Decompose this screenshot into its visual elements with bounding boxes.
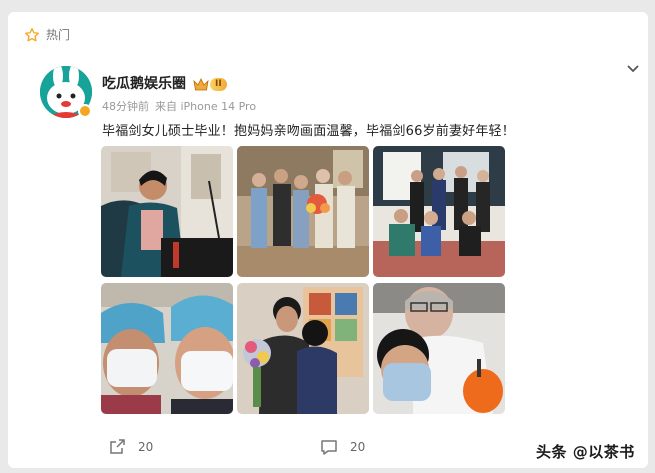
- hot-header: 热门: [24, 26, 70, 43]
- photo-masked-selfie[interactable]: [101, 283, 233, 414]
- post-text: 毕福剑女儿硕士毕业！抱妈妈亲吻画面温馨，毕福剑66岁前妻好年轻！: [102, 124, 515, 139]
- photo-grid: [101, 146, 505, 414]
- post-time: 48分钟前: [102, 100, 149, 113]
- share-count: 20: [138, 440, 154, 454]
- hot-label: 热门: [46, 28, 71, 42]
- comment-icon: [321, 440, 337, 455]
- vip-badge[interactable]: II: [193, 76, 233, 92]
- photo-mother-kiss[interactable]: [237, 283, 369, 414]
- post-meta: 48分钟前 来自 iPhone 14 Pro: [102, 98, 256, 114]
- share-action[interactable]: 20: [108, 438, 153, 456]
- post-source: 来自 iPhone 14 Pro: [155, 100, 257, 113]
- photo-group-outdoor[interactable]: [373, 146, 505, 277]
- chevron-down-icon[interactable]: [626, 64, 640, 74]
- comment-action[interactable]: 20: [320, 438, 365, 456]
- verified-badge-icon: [78, 104, 92, 118]
- photo-graduation-speech[interactable]: [101, 146, 233, 277]
- share-icon: [110, 439, 125, 454]
- comment-count: 20: [350, 440, 366, 454]
- vip-level: II: [210, 77, 227, 91]
- star-icon: [25, 27, 39, 41]
- username[interactable]: 吃瓜鹅娱乐圈: [102, 73, 186, 93]
- photo-group-bouquet[interactable]: [237, 146, 369, 277]
- crown-icon: [193, 77, 209, 90]
- watermark: 头条 @以茶书: [536, 443, 635, 461]
- photo-selfie-orange[interactable]: [373, 283, 505, 414]
